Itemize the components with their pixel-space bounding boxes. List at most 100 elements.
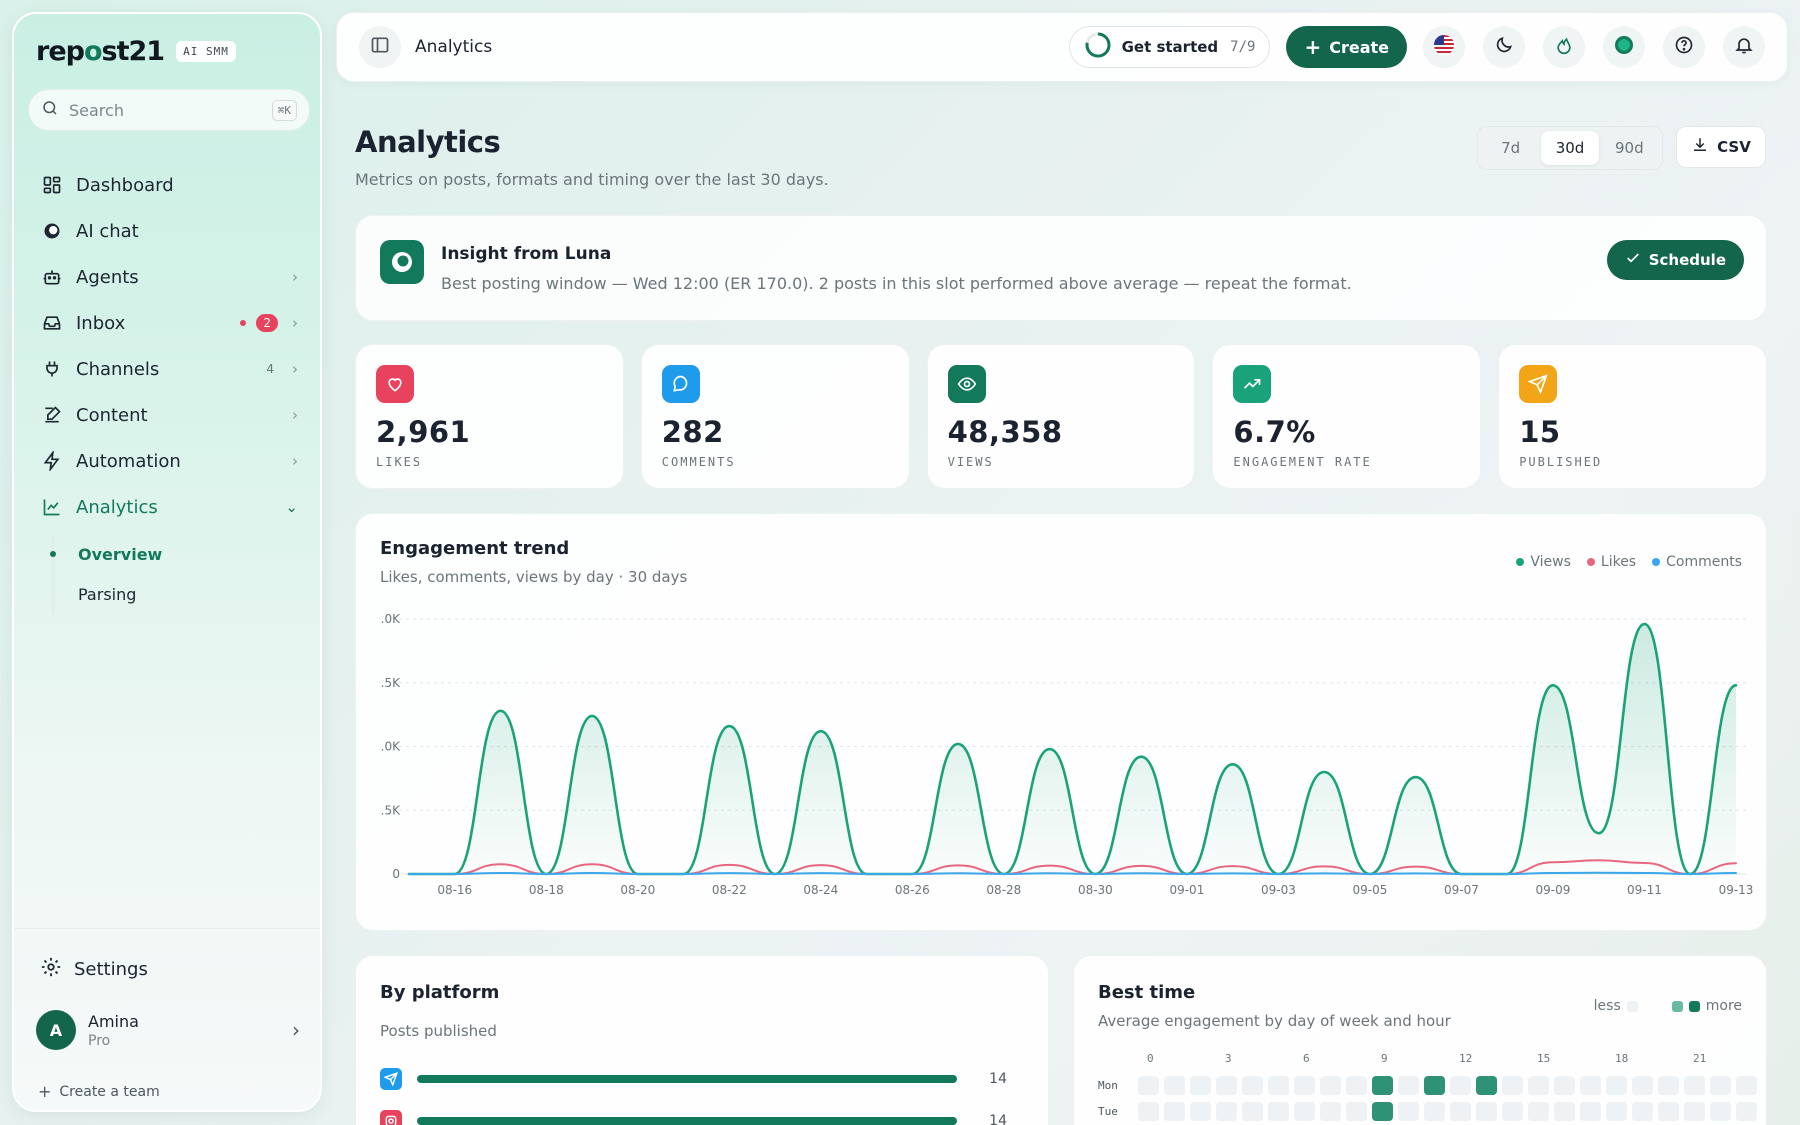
heatmap-cell[interactable] (1476, 1076, 1497, 1095)
heatmap-cell[interactable] (1684, 1102, 1705, 1121)
robot-icon (40, 265, 64, 289)
heatmap-cell[interactable] (1294, 1102, 1315, 1121)
toggle-sidebar-button[interactable] (359, 26, 401, 68)
heatmap-cell[interactable] (1606, 1102, 1627, 1121)
heatmap-cell[interactable] (1320, 1102, 1341, 1121)
legend-comments[interactable]: Comments (1652, 554, 1742, 570)
sidebar-subitem-overview[interactable]: Overview (50, 534, 310, 574)
heatmap-cell[interactable] (1632, 1102, 1653, 1121)
sidebar-item-ai-chat[interactable]: AI chat (28, 208, 310, 254)
heatmap-cell[interactable] (1346, 1076, 1367, 1095)
range-7d[interactable]: 7d (1482, 131, 1539, 165)
create-team-button[interactable]: + Create a team (38, 1082, 160, 1101)
schedule-label: Schedule (1648, 251, 1726, 269)
heatmap-cell[interactable] (1320, 1076, 1341, 1095)
heatmap-cell[interactable] (1528, 1076, 1549, 1095)
streak-button[interactable] (1543, 26, 1585, 68)
chevron-right-icon: › (292, 452, 298, 470)
topbar: Analytics Get started 7/9 + Create (336, 12, 1788, 82)
chevron-right-icon: › (292, 406, 298, 424)
logo[interactable]: repost21 AI SMM (36, 36, 236, 67)
heatmap-cell[interactable] (1632, 1076, 1653, 1095)
heatmap-cell[interactable] (1684, 1076, 1705, 1095)
sidebar-item-analytics[interactable]: Analytics ⌄ (28, 484, 310, 530)
page-title: Analytics (355, 125, 501, 159)
heatmap-cell[interactable] (1138, 1076, 1159, 1095)
heatmap-cell[interactable] (1398, 1076, 1419, 1095)
heatmap-cell[interactable] (1164, 1102, 1185, 1121)
search-input[interactable]: Search ⌘K (28, 89, 310, 131)
heatmap-cell[interactable] (1554, 1076, 1575, 1095)
heatmap-cell[interactable] (1580, 1076, 1601, 1095)
stat-value: 48,358 (947, 415, 1063, 449)
theme-toggle-button[interactable] (1483, 26, 1525, 68)
hour-label: 18 (1615, 1052, 1629, 1065)
heatmap-cell[interactable] (1736, 1076, 1757, 1095)
y-tick-label: .5K (381, 803, 401, 817)
heatmap-cell[interactable] (1606, 1076, 1627, 1095)
export-csv-button[interactable]: CSV (1676, 126, 1766, 168)
schedule-button[interactable]: Schedule (1606, 240, 1744, 280)
heatmap-cell[interactable] (1658, 1102, 1679, 1121)
heatmap-row: Tue (1098, 1102, 1757, 1121)
heatmap-cell[interactable] (1242, 1102, 1263, 1121)
sidebar-item-automation[interactable]: Automation › (28, 438, 310, 484)
heatmap-cell[interactable] (1216, 1102, 1237, 1121)
heatmap-cell[interactable] (1268, 1076, 1289, 1095)
help-button[interactable] (1663, 26, 1705, 68)
legend-views[interactable]: Views (1516, 554, 1571, 570)
heatmap-cell[interactable] (1710, 1102, 1731, 1121)
heatmap-cell[interactable] (1580, 1102, 1601, 1121)
heatmap-cell[interactable] (1502, 1102, 1523, 1121)
heatmap-cell[interactable] (1424, 1102, 1445, 1121)
heatmap-cell[interactable] (1190, 1076, 1211, 1095)
heatmap-cell[interactable] (1528, 1102, 1549, 1121)
create-button[interactable]: + Create (1286, 26, 1407, 68)
user-menu[interactable]: A Amina Pro › (36, 1010, 300, 1050)
status-button[interactable] (1603, 26, 1645, 68)
chevron-down-icon: ⌄ (285, 498, 298, 516)
heatmap-cell[interactable] (1450, 1076, 1471, 1095)
heatmap-cell[interactable] (1736, 1102, 1757, 1121)
heatmap-cell[interactable] (1268, 1102, 1289, 1121)
notifications-button[interactable] (1723, 26, 1765, 68)
heatmap-cell[interactable] (1372, 1102, 1393, 1121)
sidebar-item-inbox[interactable]: Inbox 2 › (28, 300, 310, 346)
get-started-button[interactable]: Get started 7/9 (1068, 26, 1271, 68)
sidebar-item-agents[interactable]: Agents › (28, 254, 310, 300)
stat-value: 6.7% (1233, 415, 1316, 449)
heatmap-cell[interactable] (1372, 1076, 1393, 1095)
heatmap-cell[interactable] (1398, 1102, 1419, 1121)
gear-icon (40, 956, 62, 983)
best-time-card: Best time Average engagement by day of w… (1073, 955, 1767, 1125)
help-icon (1674, 35, 1694, 59)
legend-likes[interactable]: Likes (1586, 554, 1636, 570)
heatmap-cell[interactable] (1242, 1076, 1263, 1095)
heatmap-cell[interactable] (1502, 1076, 1523, 1095)
heatmap-cell[interactable] (1294, 1076, 1315, 1095)
platform-bar (417, 1075, 957, 1083)
sidebar-item-content[interactable]: Content › (28, 392, 310, 438)
sidebar-item-channels[interactable]: Channels 4 › (28, 346, 310, 392)
sidebar-item-dashboard[interactable]: Dashboard (28, 162, 310, 208)
heatmap-cell[interactable] (1658, 1076, 1679, 1095)
language-button[interactable] (1423, 26, 1465, 68)
heatmap-cell[interactable] (1424, 1076, 1445, 1095)
heatmap-cell[interactable] (1164, 1076, 1185, 1095)
heatmap-cell[interactable] (1346, 1102, 1367, 1121)
sidebar-item-settings[interactable]: Settings (40, 956, 148, 983)
chart-subtitle: Likes, comments, views by day · 30 days (380, 568, 688, 586)
range-30d[interactable]: 30d (1541, 131, 1599, 165)
heatmap-cell[interactable] (1710, 1076, 1731, 1095)
heatmap-cell[interactable] (1190, 1102, 1211, 1121)
chevron-right-icon: › (292, 314, 298, 332)
heatmap-cell[interactable] (1138, 1102, 1159, 1121)
heatmap-cell[interactable] (1450, 1102, 1471, 1121)
heatmap-cell[interactable] (1554, 1102, 1575, 1121)
range-90d[interactable]: 90d (1601, 131, 1658, 165)
heatmap-cell[interactable] (1476, 1102, 1497, 1121)
heatmap-cell[interactable] (1216, 1076, 1237, 1095)
avatar: A (36, 1010, 76, 1050)
platform-row-telegram: 14 (380, 1068, 1026, 1090)
sidebar-subitem-parsing[interactable]: Parsing (54, 574, 310, 614)
